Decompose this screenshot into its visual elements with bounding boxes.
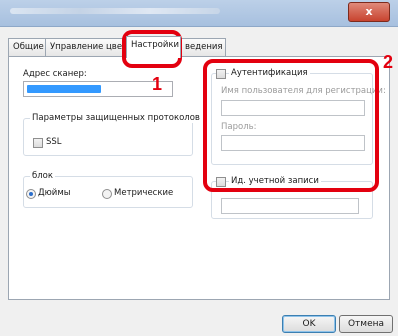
inches-label: Дюймы <box>38 188 71 198</box>
callout-1: 1 <box>152 74 163 94</box>
window-title-blurred <box>10 8 220 14</box>
title-bar[interactable]: x <box>0 0 398 27</box>
scanner-settings-dialog: x Общие Управление цвет Настройки ведени… <box>0 0 398 336</box>
metric-radio[interactable] <box>102 189 112 199</box>
selected-text-highlight <box>27 85 101 93</box>
protocols-group-title: Параметры защищенных протоколов <box>30 113 202 123</box>
account-id-input[interactable] <box>221 198 359 214</box>
close-button[interactable]: x <box>348 2 390 22</box>
ok-button[interactable]: OK <box>282 315 336 333</box>
ssl-checkbox[interactable] <box>33 138 43 148</box>
tab-strip: Общие Управление цвет Настройки ведения <box>8 36 398 58</box>
inches-radio[interactable] <box>26 189 36 199</box>
callout-2: 2 <box>383 52 394 72</box>
scanner-address-label: Адрес сканер: <box>23 69 87 79</box>
cancel-button[interactable]: Отмена <box>339 315 393 333</box>
highlight-authentication-area <box>203 59 379 192</box>
tab-general[interactable]: Общие <box>8 38 46 56</box>
units-group-title: блок <box>30 171 56 181</box>
metric-label: Метрические <box>114 188 174 198</box>
units-group: блок Дюймы Метрические <box>23 171 193 208</box>
tab-color-management[interactable]: Управление цвет <box>45 38 127 56</box>
scanner-address-input[interactable] <box>23 81 173 97</box>
tab-settings[interactable]: Настройки <box>126 36 181 58</box>
ssl-label: SSL <box>46 137 62 147</box>
tab-details[interactable]: ведения <box>180 38 226 56</box>
protocols-group: Параметры защищенных протоколов SSL <box>23 113 202 156</box>
